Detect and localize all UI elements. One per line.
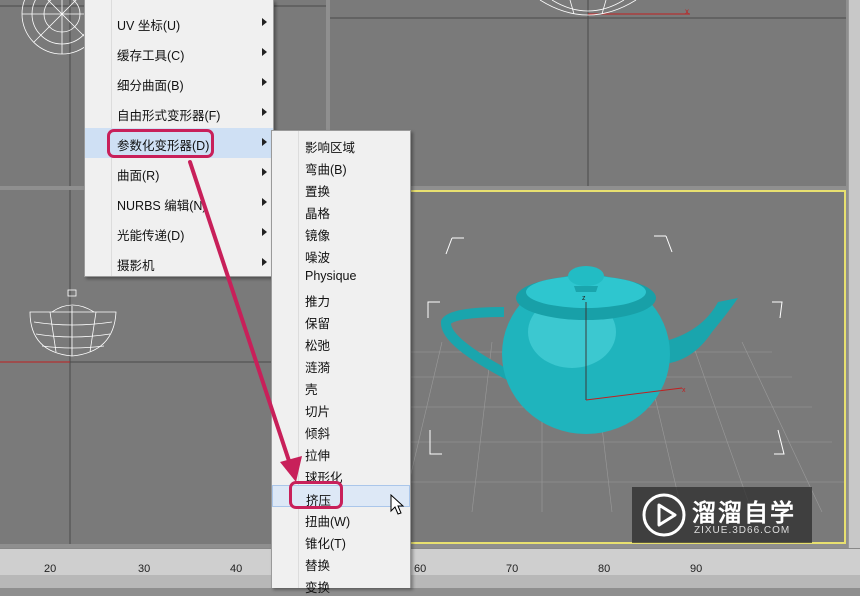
tick-label: 80 <box>598 563 611 575</box>
menu-item-label: 自由形式变形器(F) <box>117 109 221 123</box>
tick-label: 70 <box>506 563 519 575</box>
svg-text:x: x <box>685 7 689 16</box>
tick-label: 20 <box>44 563 57 575</box>
submenu-item-label: 镜像 <box>305 229 331 243</box>
submenu-item-label: 涟漪 <box>305 361 331 375</box>
submenu-item-label: 拉伸 <box>305 449 331 463</box>
tick-label: 60 <box>414 563 427 575</box>
timeline-ruler[interactable]: 20 30 40 60 70 80 90 <box>0 549 860 575</box>
submenu-item-affect-region[interactable]: 影响区域 <box>272 133 410 155</box>
submenu-item-physique[interactable]: Physique <box>272 265 410 287</box>
submenu-arrow-icon <box>262 48 267 56</box>
submenu-item-label: 保留 <box>305 317 331 331</box>
submenu-item-label: 影响区域 <box>305 141 356 155</box>
menu-item-cameras[interactable]: 摄影机 <box>85 248 273 278</box>
submenu-item-shell[interactable]: 壳 <box>272 375 410 397</box>
submenu-arrow-icon <box>262 258 267 266</box>
submenu-arrow-icon <box>262 198 267 206</box>
svg-text:x: x <box>682 387 686 394</box>
submenu-arrow-icon <box>262 168 267 176</box>
timeline-bar[interactable]: 20 30 40 60 70 80 90 <box>0 548 860 588</box>
submenu-item-label: 倾斜 <box>305 427 331 441</box>
menu-item-cache-tools[interactable]: 缓存工具(C) <box>85 38 273 68</box>
submenu-arrow-icon <box>262 78 267 86</box>
menu-item-uv-coordinates[interactable]: UV 坐标(U) <box>85 8 273 38</box>
submenu-item-ripple[interactable]: 涟漪 <box>272 353 410 375</box>
menu-item-label: UV 坐标(U) <box>117 19 181 33</box>
teapot-wireframe-left <box>29 289 117 357</box>
submenu-item-label: 松弛 <box>305 339 331 353</box>
submenu-item-preserve[interactable]: 保留 <box>272 309 410 331</box>
submenu-item-label: 锥化(T) <box>305 537 346 551</box>
play-logo-icon <box>642 493 686 537</box>
submenu-item-label: 扭曲(W) <box>305 515 351 529</box>
submenu-item-label: Physique <box>305 269 357 283</box>
submenu-arrow-icon <box>262 108 267 116</box>
submenu-item-push[interactable]: 推力 <box>272 287 410 309</box>
menu-item-surface[interactable]: 曲面(R) <box>85 158 273 188</box>
submenu-item-label: 弯曲(B) <box>305 163 347 177</box>
submenu-item-label: 晶格 <box>305 207 331 221</box>
submenu-item-displace[interactable]: 置换 <box>272 177 410 199</box>
menu-item-radiosity[interactable]: 光能传递(D) <box>85 218 273 248</box>
menu-item-nurbs-editing[interactable]: NURBS 编辑(N) <box>85 188 273 218</box>
menu-item-label: 曲面(R) <box>117 169 160 183</box>
submenu-arrow-icon <box>262 18 267 26</box>
submenu-item-taper[interactable]: 锥化(T) <box>272 529 410 551</box>
submenu-item-mirror[interactable]: 镜像 <box>272 221 410 243</box>
submenu-item-label: 置换 <box>305 185 331 199</box>
menu-item-label: 细分曲面(B) <box>117 79 184 93</box>
submenu-item-lattice[interactable]: 晶格 <box>272 199 410 221</box>
submenu-item-stretch[interactable]: 拉伸 <box>272 441 410 463</box>
parametric-deformers-submenu: 影响区域 弯曲(B) 置换 晶格 镜像 噪波 Physique 推力 保留 松弛… <box>271 130 411 595</box>
menu-item-label: 缓存工具(C) <box>117 49 185 63</box>
menu-item-label: NURBS 编辑(N) <box>117 199 207 213</box>
submenu-item-label: 噪波 <box>305 251 331 265</box>
submenu-item-substitute[interactable]: 替换 <box>272 551 410 573</box>
callout-parametric-deformers <box>107 129 214 158</box>
menu-item-subdivision-surfaces[interactable]: 细分曲面(B) <box>85 68 273 98</box>
menu-item-label: 摄影机 <box>117 259 155 273</box>
submenu-item-xform[interactable]: 变换 <box>272 573 410 595</box>
submenu-arrow-icon <box>262 228 267 236</box>
submenu-arrow-icon <box>262 138 267 146</box>
submenu-item-noise[interactable]: 噪波 <box>272 243 410 265</box>
svg-text:z: z <box>582 295 586 302</box>
watermark-title: 溜溜自学 <box>692 500 796 527</box>
tick-label: 90 <box>690 563 703 575</box>
submenu-item-label: 替换 <box>305 559 331 573</box>
callout-squeeze <box>289 481 343 509</box>
tick-label: 30 <box>138 563 151 575</box>
menu-item-free-form-deformers[interactable]: 自由形式变形器(F) <box>85 98 273 128</box>
submenu-item-label: 切片 <box>305 405 331 419</box>
submenu-item-label: 壳 <box>305 383 318 397</box>
submenu-item-label: 推力 <box>305 295 331 309</box>
watermark-url: ZIXUE.3D66.COM <box>694 525 791 536</box>
submenu-item-relax[interactable]: 松弛 <box>272 331 410 353</box>
submenu-item-skew[interactable]: 倾斜 <box>272 419 410 441</box>
submenu-item-bend[interactable]: 弯曲(B) <box>272 155 410 177</box>
watermark: 溜溜自学 ZIXUE.3D66.COM <box>632 487 812 543</box>
teapot-shaded <box>441 266 738 434</box>
submenu-item-slice[interactable]: 切片 <box>272 397 410 419</box>
menu-item-label: 光能传递(D) <box>117 229 185 243</box>
status-row <box>0 575 860 588</box>
tick-label: 40 <box>230 563 243 575</box>
mouse-cursor-icon <box>390 494 405 515</box>
right-side-panel-strip <box>848 0 860 548</box>
